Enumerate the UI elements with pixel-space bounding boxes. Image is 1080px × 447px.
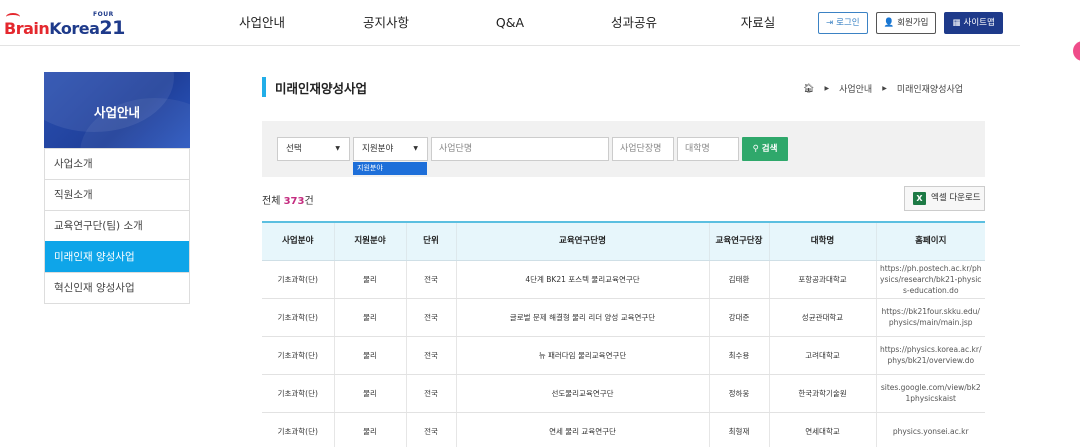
cell-business-field: 기초과학(단) [262, 298, 334, 337]
sidebar-item-staff[interactable]: 직원소개 [45, 179, 189, 210]
breadcrumb-separator-icon: ▶ [824, 85, 830, 92]
chevron-down-icon: ▼ [413, 145, 418, 152]
nav-results[interactable]: 성과공유 [572, 0, 696, 46]
chevron-down-icon: ▼ [335, 145, 340, 152]
cell-group-name: 4단계 BK21 포스텍 물리교육연구단 [455, 260, 709, 299]
site-header: FOUR BrainKorea21 사업안내 공지사항 Q&A 성과공유 자료실… [0, 0, 1020, 46]
cell-group-leader: 강대준 [708, 298, 769, 337]
grid-icon: ▦ [952, 18, 961, 28]
search-button[interactable]: ⚲ 검색 [742, 137, 788, 161]
login-button[interactable]: ⇥ 로그인 [818, 12, 868, 34]
excel-icon: X [913, 192, 926, 205]
cell-group-name: 뉴 패러다임 물리교육연구단 [455, 336, 709, 375]
cell-university: 한국과학기술원 [768, 374, 876, 413]
cell-university: 고려대학교 [768, 336, 876, 375]
cell-support-field: 물리 [333, 336, 406, 375]
col-business-field: 사업분야 [262, 221, 334, 261]
col-group-leader: 교육연구단장 [708, 221, 769, 261]
sidebar-menu: 사업소개 직원소개 교육연구단(팀) 소개 미래인재 양성사업 혁신인재 양성사… [44, 148, 190, 304]
cell-business-field: 기초과학(단) [262, 260, 334, 299]
search-icon: ⚲ [752, 144, 759, 154]
user-icon: 👤 [883, 18, 895, 28]
excel-download-button[interactable]: X 엑셀 다운로드 [904, 186, 985, 211]
table-row[interactable]: 기초과학(단) 물리 전국 4단계 BK21 포스텍 물리교육연구단 김태환 포… [262, 260, 985, 299]
cell-group-leader: 정하웅 [708, 374, 769, 413]
cell-business-field: 기초과학(단) [262, 374, 334, 413]
floating-circle-icon[interactable] [1073, 41, 1080, 61]
cell-group-name: 연세 물리 교육연구단 [455, 412, 709, 447]
table-row[interactable]: 기초과학(단) 물리 전국 연세 물리 교육연구단 최형재 연세대학교 phys… [262, 412, 985, 447]
page-title: 미래인재양성사업 [275, 81, 368, 96]
main-nav: 사업안내 공지사항 Q&A 성과공유 자료실 [200, 0, 820, 46]
cell-homepage-link[interactable]: https://ph.postech.ac.kr/physics/researc… [875, 260, 985, 299]
cell-unit: 전국 [405, 298, 456, 337]
cell-unit: 전국 [405, 374, 456, 413]
cell-university: 성균관대학교 [768, 298, 876, 337]
cell-business-field: 기초과학(단) [262, 412, 334, 447]
col-support-field: 지원분야 [333, 221, 406, 261]
breadcrumb-separator-icon: ▶ [882, 85, 887, 92]
cell-unit: 전국 [405, 260, 456, 299]
cell-group-name: 글로벌 문제 해결형 물리 리더 양성 교육연구단 [455, 298, 709, 337]
cell-homepage-link[interactable]: https://bk21four.skku.edu/physics/main/m… [875, 298, 985, 337]
cell-group-name: 선도물리교육연구단 [455, 374, 709, 413]
sidebar-item-innovative-talent[interactable]: 혁신인재 양성사업 [45, 272, 189, 303]
logo-text: BrainKorea21 [4, 17, 125, 39]
nav-business[interactable]: 사업안내 [200, 0, 324, 46]
nav-archive[interactable]: 자료실 [696, 0, 820, 46]
cell-support-field: 물리 [333, 298, 406, 337]
col-unit: 단위 [405, 221, 456, 261]
field-dropdown-option[interactable]: 지원분야 [353, 162, 427, 175]
nav-qna[interactable]: Q&A [448, 0, 572, 46]
breadcrumb: 🏠︎ ▶ 사업안내 ▶ 미래인재양성사업 [803, 82, 963, 96]
login-icon: ⇥ [826, 18, 834, 28]
home-icon[interactable]: 🏠︎ [803, 84, 814, 94]
cell-homepage-link[interactable]: sites.google.com/view/bk21physicskaist [875, 374, 985, 413]
cell-university: 포항공과대학교 [768, 260, 876, 299]
project-name-input[interactable]: 사업단명 [431, 137, 609, 161]
breadcrumb-item-current[interactable]: 미래인재양성사업 [897, 82, 963, 95]
cell-group-leader: 김태환 [708, 260, 769, 299]
sidebar-item-research-groups[interactable]: 교육연구단(팀) 소개 [45, 210, 189, 241]
sidebar-banner: 사업안내 [44, 72, 190, 148]
total-count: 전체 373건 [262, 196, 314, 207]
cell-unit: 전국 [405, 412, 456, 447]
sitemap-button[interactable]: ▦ 사이트맵 [944, 12, 1003, 34]
table-header-row: 사업분야 지원분야 단위 교육연구단명 교육연구단장 대학명 홈페이지 [262, 221, 985, 261]
col-university: 대학명 [768, 221, 876, 261]
cell-group-leader: 최형재 [708, 412, 769, 447]
field-select[interactable]: 지원분야 ▼ [353, 137, 428, 161]
cell-homepage-link[interactable]: physics.yonsei.ac.kr [875, 412, 985, 447]
cell-support-field: 물리 [333, 260, 406, 299]
page-title-accent [262, 77, 266, 97]
sidebar-item-intro[interactable]: 사업소개 [45, 148, 189, 179]
sidebar-title: 사업안내 [93, 105, 140, 120]
col-homepage: 홈페이지 [875, 221, 985, 261]
cell-unit: 전국 [405, 336, 456, 375]
cell-group-leader: 최수용 [708, 336, 769, 375]
cell-support-field: 물리 [333, 412, 406, 447]
cell-business-field: 기초과학(단) [262, 336, 334, 375]
nav-notice[interactable]: 공지사항 [324, 0, 448, 46]
cell-university: 연세대학교 [768, 412, 876, 447]
brainkorea21-logo[interactable]: FOUR BrainKorea21 [4, 10, 125, 39]
page: FOUR BrainKorea21 사업안내 공지사항 Q&A 성과공유 자료실… [0, 0, 1080, 447]
col-group-name: 교육연구단명 [455, 221, 709, 261]
results-table: 사업분야 지원분야 단위 교육연구단명 교육연구단장 대학명 홈페이지 기초과학… [262, 221, 985, 447]
cell-support-field: 물리 [333, 374, 406, 413]
sidebar-item-future-talent[interactable]: 미래인재 양성사업 [45, 241, 189, 272]
cell-homepage-link[interactable]: https://physics.korea.ac.kr/phys/bk21/ov… [875, 336, 985, 375]
join-button[interactable]: 👤 회원가입 [875, 12, 937, 34]
leader-name-input[interactable]: 사업단장명 [612, 137, 674, 161]
university-input[interactable]: 대학명 [677, 137, 739, 161]
category-select[interactable]: 선택 ▼ [277, 137, 350, 161]
breadcrumb-item[interactable]: 사업안내 [839, 82, 872, 95]
table-row[interactable]: 기초과학(단) 물리 전국 뉴 패러다임 물리교육연구단 최수용 고려대학교 h… [262, 336, 985, 375]
table-row[interactable]: 기초과학(단) 물리 전국 글로벌 문제 해결형 물리 리더 양성 교육연구단 … [262, 298, 985, 337]
table-row[interactable]: 기초과학(단) 물리 전국 선도물리교육연구단 정하웅 한국과학기술원 site… [262, 374, 985, 413]
header-buttons: ⇥ 로그인 👤 회원가입 ▦ 사이트맵 [818, 12, 1003, 34]
